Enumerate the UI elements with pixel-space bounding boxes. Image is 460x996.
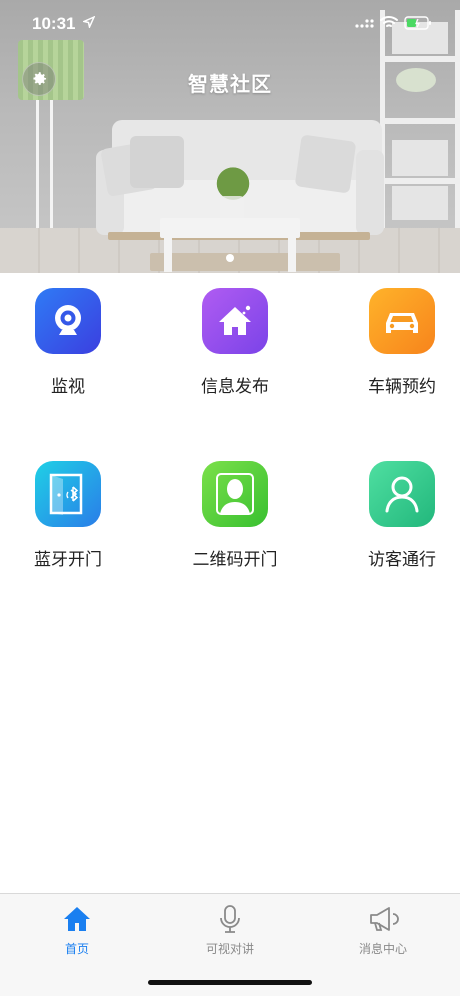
shelf-decor bbox=[380, 178, 460, 184]
gear-icon bbox=[33, 72, 47, 85]
tab-icon-wrap bbox=[366, 902, 400, 936]
camera-icon bbox=[55, 305, 81, 335]
cushion-decor bbox=[294, 134, 357, 194]
settings-button[interactable] bbox=[22, 62, 56, 96]
visitor-icon bbox=[385, 476, 419, 513]
tab-home[interactable]: 首页 bbox=[17, 902, 137, 957]
sofa-decor bbox=[356, 150, 384, 235]
feature-icon-bg bbox=[369, 461, 435, 527]
table-decor bbox=[160, 218, 300, 238]
home-icon bbox=[219, 305, 251, 335]
home-tab-icon bbox=[64, 907, 90, 931]
tab-label: 首页 bbox=[64, 942, 89, 956]
status-bar: 10:31 bbox=[0, 0, 460, 48]
battery-icon bbox=[404, 16, 431, 30]
tab-label: 消息中心 bbox=[358, 942, 407, 956]
feature-label: 信息发布 bbox=[201, 377, 269, 396]
feature-monitor[interactable]: 监视 bbox=[3, 288, 133, 408]
status-time: 10:31 bbox=[32, 14, 76, 33]
feature-icon-bg bbox=[35, 288, 101, 354]
tab-icon-wrap bbox=[213, 902, 247, 936]
microphone-icon bbox=[220, 905, 240, 933]
feature-icon-bg bbox=[202, 461, 268, 527]
bluetooth-door-icon bbox=[49, 473, 83, 515]
signal-icon bbox=[355, 19, 374, 28]
location-arrow-icon bbox=[83, 16, 95, 28]
feature-label: 访客通行 bbox=[368, 550, 436, 569]
feature-qrcode-door[interactable]: 二维码开门 bbox=[170, 461, 300, 581]
rug-decor bbox=[150, 253, 340, 271]
tab-label: 可视对讲 bbox=[205, 942, 254, 956]
wifi-icon bbox=[380, 16, 398, 27]
books-decor bbox=[392, 186, 448, 220]
books-decor bbox=[392, 140, 448, 176]
shelf-decor bbox=[380, 56, 460, 62]
home-indicator bbox=[148, 980, 312, 985]
person-icon bbox=[216, 473, 254, 515]
feature-info-publish[interactable]: 信息发布 bbox=[170, 288, 300, 408]
feature-icon-bg bbox=[369, 288, 435, 354]
cushion-decor bbox=[130, 136, 184, 188]
feature-label: 二维码开门 bbox=[192, 550, 278, 569]
shelf-decor bbox=[380, 118, 460, 124]
megaphone-icon bbox=[370, 907, 399, 931]
table-decor bbox=[164, 236, 172, 272]
feature-label: 蓝牙开门 bbox=[34, 550, 102, 569]
feature-label: 车辆预约 bbox=[368, 377, 436, 396]
table-decor bbox=[288, 236, 296, 272]
car-icon bbox=[386, 313, 418, 333]
tab-icon-wrap bbox=[60, 902, 94, 936]
carousel-page-dot[interactable] bbox=[226, 254, 234, 262]
feature-icon-bg bbox=[35, 461, 101, 527]
feature-label: 监视 bbox=[51, 377, 85, 396]
feature-vehicle-booking[interactable]: 车辆预约 bbox=[337, 288, 460, 408]
tab-video-intercom[interactable]: 可视对讲 bbox=[170, 902, 290, 957]
feature-icon-bg bbox=[202, 288, 268, 354]
feature-bluetooth-door[interactable]: 蓝牙开门 bbox=[3, 461, 133, 581]
page-title: 智慧社区 bbox=[188, 74, 272, 96]
feature-visitor-pass[interactable]: 访客通行 bbox=[337, 461, 460, 581]
tab-message-center[interactable]: 消息中心 bbox=[323, 902, 443, 957]
